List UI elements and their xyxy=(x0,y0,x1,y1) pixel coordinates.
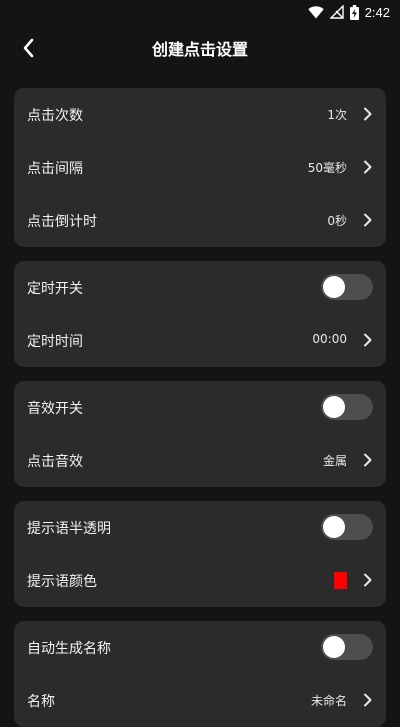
timer-toggle[interactable] xyxy=(321,274,373,300)
name-row[interactable]: 名称 未命名 xyxy=(14,674,386,727)
wifi-icon xyxy=(307,5,324,18)
click-interval-row[interactable]: 点击间隔 50毫秒 xyxy=(14,141,386,194)
chevron-right-icon xyxy=(364,573,372,587)
timer-time-row[interactable]: 定时时间 00:00 xyxy=(14,314,386,367)
chevron-right-icon xyxy=(364,107,372,121)
toggle-knob xyxy=(323,636,345,658)
toggle-knob xyxy=(323,276,345,298)
timer-settings-card: 定时开关 定时时间 00:00 xyxy=(14,261,386,367)
sound-toggle[interactable] xyxy=(321,394,373,420)
timer-switch-row: 定时开关 xyxy=(14,261,386,314)
hint-transparent-row: 提示语半透明 xyxy=(14,501,386,554)
click-interval-value: 50毫秒 xyxy=(307,161,347,175)
hint-color-label: 提示语颜色 xyxy=(27,574,97,590)
timer-time-label: 定时时间 xyxy=(27,334,83,350)
sound-switch-label: 音效开关 xyxy=(27,401,83,417)
chevron-right-icon xyxy=(364,693,372,707)
name-value: 未命名 xyxy=(310,694,347,708)
timer-switch-label: 定时开关 xyxy=(27,281,83,297)
page-title: 创建点击设置 xyxy=(151,40,248,59)
click-countdown-row[interactable]: 点击倒计时 0秒 xyxy=(14,194,386,247)
click-countdown-value: 0秒 xyxy=(327,214,347,228)
chevron-right-icon xyxy=(364,213,372,227)
chevron-right-icon xyxy=(364,453,372,467)
timer-time-value: 00:00 xyxy=(312,332,347,346)
toggle-knob xyxy=(323,516,345,538)
battery-charging-icon xyxy=(349,4,359,20)
hint-settings-card: 提示语半透明 提示语颜色 xyxy=(14,501,386,607)
hint-transparent-toggle[interactable] xyxy=(321,514,373,540)
hint-transparent-label: 提示语半透明 xyxy=(27,521,111,537)
click-interval-label: 点击间隔 xyxy=(27,161,83,177)
auto-name-label: 自动生成名称 xyxy=(27,641,111,657)
hint-color-swatch xyxy=(334,572,347,589)
sound-settings-card: 音效开关 点击音效 金属 xyxy=(14,381,386,487)
click-count-value: 1次 xyxy=(327,108,347,122)
hint-color-row[interactable]: 提示语颜色 xyxy=(14,554,386,607)
status-icons: 2:42 xyxy=(307,3,390,21)
auto-name-toggle[interactable] xyxy=(321,634,373,660)
auto-name-row: 自动生成名称 xyxy=(14,621,386,674)
toggle-knob xyxy=(323,396,345,418)
name-settings-card: 自动生成名称 名称 未命名 xyxy=(14,621,386,727)
chevron-right-icon xyxy=(364,160,372,174)
status-time: 2:42 xyxy=(364,4,390,20)
click-count-row[interactable]: 点击次数 1次 xyxy=(14,88,386,141)
click-sound-value: 金属 xyxy=(322,454,347,468)
sound-switch-row: 音效开关 xyxy=(14,381,386,434)
click-settings-card: 点击次数 1次 点击间隔 50毫秒 点击倒计时 0秒 xyxy=(14,88,386,247)
chevron-right-icon xyxy=(364,333,372,347)
name-label: 名称 xyxy=(27,694,55,710)
click-sound-label: 点击音效 xyxy=(27,454,83,470)
status-bar: 2:42 xyxy=(0,0,400,24)
click-count-label: 点击次数 xyxy=(27,108,83,124)
click-sound-row[interactable]: 点击音效 金属 xyxy=(14,434,386,487)
header: 创建点击设置 xyxy=(0,24,400,70)
click-countdown-label: 点击倒计时 xyxy=(27,214,97,230)
signal-off-icon xyxy=(329,5,344,19)
